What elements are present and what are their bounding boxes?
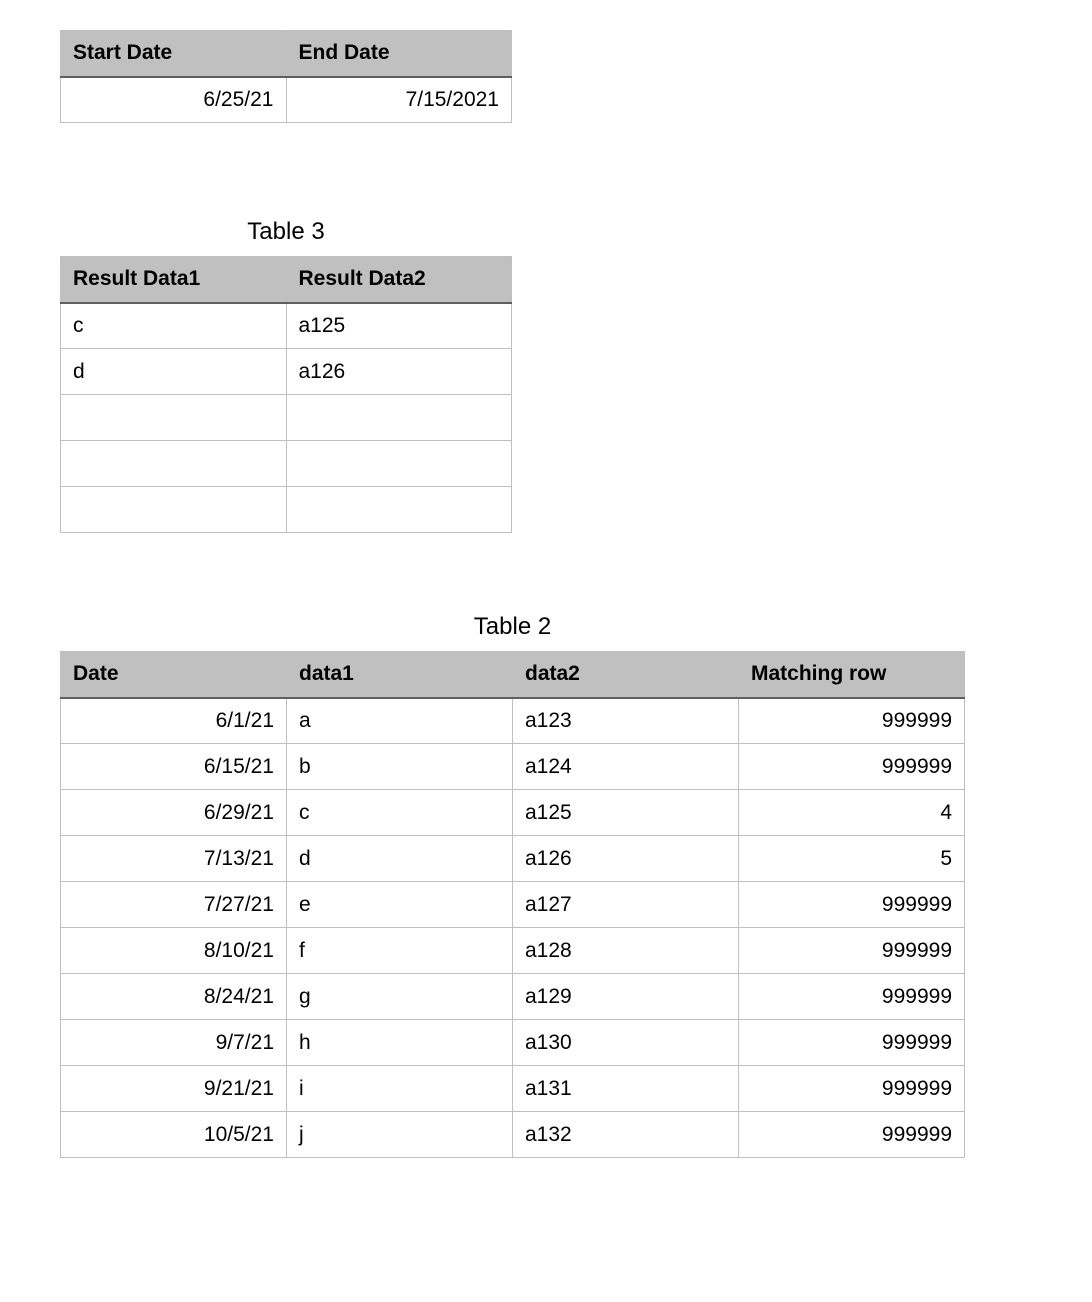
table-header-row: Date data1 data2 Matching row	[61, 652, 965, 698]
cell-result-data2	[286, 395, 512, 441]
cell-data2: a129	[513, 974, 739, 1020]
table3-section: Table 3 Result Data1 Result Data2 c a125…	[60, 218, 1092, 533]
cell-result-data1	[61, 395, 287, 441]
cell-result-data1	[61, 487, 287, 533]
cell-data1: d	[287, 836, 513, 882]
cell-date: 6/15/21	[61, 744, 287, 790]
cell-data2: a131	[513, 1066, 739, 1112]
cell-data1: j	[287, 1112, 513, 1158]
cell-data1: i	[287, 1066, 513, 1112]
table-row: d a126	[61, 349, 512, 395]
cell-matching-row: 999999	[739, 928, 965, 974]
cell-data2: a125	[513, 790, 739, 836]
cell-matching-row: 999999	[739, 882, 965, 928]
col-header-date: Date	[61, 652, 287, 698]
cell-result-data1: c	[61, 303, 287, 349]
cell-matching-row: 4	[739, 790, 965, 836]
cell-matching-row: 999999	[739, 698, 965, 744]
cell-data2: a128	[513, 928, 739, 974]
table-row: 7/27/21 e a127 999999	[61, 882, 965, 928]
col-header-start-date: Start Date	[61, 31, 287, 77]
table-row: 7/13/21 d a126 5	[61, 836, 965, 882]
cell-result-data2: a126	[286, 349, 512, 395]
date-range-table: Start Date End Date 6/25/21 7/15/2021	[60, 30, 512, 123]
table-header-row: Result Data1 Result Data2	[61, 257, 512, 303]
table-header-row: Start Date End Date	[61, 31, 512, 77]
cell-result-data2	[286, 441, 512, 487]
cell-date: 7/13/21	[61, 836, 287, 882]
table-row	[61, 441, 512, 487]
cell-result-data2: a125	[286, 303, 512, 349]
cell-data2: a124	[513, 744, 739, 790]
data-table: Date data1 data2 Matching row 6/1/21 a a…	[60, 651, 965, 1158]
col-header-data2: data2	[513, 652, 739, 698]
cell-matching-row: 999999	[739, 1020, 965, 1066]
table-row: 9/21/21 i a131 999999	[61, 1066, 965, 1112]
table1-section: Start Date End Date 6/25/21 7/15/2021	[60, 30, 1092, 123]
col-header-result-data2: Result Data2	[286, 257, 512, 303]
cell-matching-row: 5	[739, 836, 965, 882]
cell-result-data1: d	[61, 349, 287, 395]
cell-data1: c	[287, 790, 513, 836]
cell-data1: g	[287, 974, 513, 1020]
table-row: 6/1/21 a a123 999999	[61, 698, 965, 744]
cell-date: 8/24/21	[61, 974, 287, 1020]
cell-data1: a	[287, 698, 513, 744]
table2-section: Table 2 Date data1 data2 Matching row 6/…	[60, 613, 1092, 1161]
table3-title: Table 3	[60, 218, 512, 246]
table-row: 6/15/21 b a124 999999	[61, 744, 965, 790]
cell-matching-row: 999999	[739, 1066, 965, 1112]
table2-title: Table 2	[60, 613, 965, 641]
cell-data1: f	[287, 928, 513, 974]
table-row: 10/5/21 j a132 999999	[61, 1112, 965, 1158]
cell-date: 10/5/21	[61, 1112, 287, 1158]
table2-viewport: Date data1 data2 Matching row 6/1/21 a a…	[60, 651, 1092, 1161]
cell-date: 8/10/21	[61, 928, 287, 974]
cell-data2: a123	[513, 698, 739, 744]
table-row	[61, 487, 512, 533]
cell-result-data2	[286, 487, 512, 533]
cell-data1: b	[287, 744, 513, 790]
table-row: 9/7/21 h a130 999999	[61, 1020, 965, 1066]
cell-result-data1	[61, 441, 287, 487]
cell-end-date: 7/15/2021	[286, 77, 512, 123]
cell-date: 9/21/21	[61, 1066, 287, 1112]
cell-data1: e	[287, 882, 513, 928]
col-header-end-date: End Date	[286, 31, 512, 77]
cell-date: 9/7/21	[61, 1020, 287, 1066]
result-data-table: Result Data1 Result Data2 c a125 d a126	[60, 256, 512, 533]
table-row: c a125	[61, 303, 512, 349]
cell-data2: a130	[513, 1020, 739, 1066]
table-row	[61, 395, 512, 441]
cell-date: 6/29/21	[61, 790, 287, 836]
cell-matching-row: 999999	[739, 1112, 965, 1158]
cell-data2: a132	[513, 1112, 739, 1158]
table-row: 6/29/21 c a125 4	[61, 790, 965, 836]
table-row: 8/10/21 f a128 999999	[61, 928, 965, 974]
col-header-data1: data1	[287, 652, 513, 698]
cell-matching-row: 999999	[739, 744, 965, 790]
cell-data2: a126	[513, 836, 739, 882]
col-header-result-data1: Result Data1	[61, 257, 287, 303]
cell-date: 7/27/21	[61, 882, 287, 928]
cell-data2: a127	[513, 882, 739, 928]
table-row: 6/25/21 7/15/2021	[61, 77, 512, 123]
cell-start-date: 6/25/21	[61, 77, 287, 123]
table-row: 8/24/21 g a129 999999	[61, 974, 965, 1020]
cell-data1: h	[287, 1020, 513, 1066]
cell-date: 6/1/21	[61, 698, 287, 744]
col-header-matching-row: Matching row	[739, 652, 965, 698]
cell-matching-row: 999999	[739, 974, 965, 1020]
